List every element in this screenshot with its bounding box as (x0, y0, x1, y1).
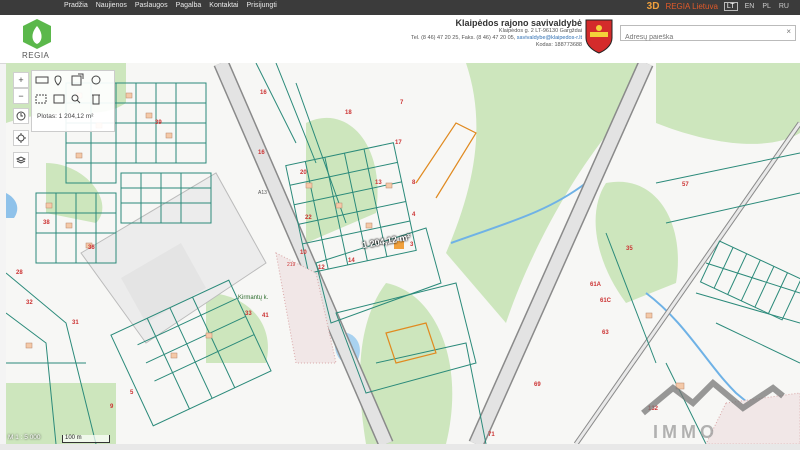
nav-link-paslaugos[interactable]: Paslaugos (135, 2, 168, 9)
parcel-label: 57 (682, 182, 689, 188)
target-icon[interactable] (91, 75, 101, 85)
parcel-label: 5 (130, 390, 134, 396)
lang-lt[interactable]: LT (723, 2, 738, 11)
history-icon[interactable] (13, 108, 29, 124)
locate-icon-svg (16, 133, 26, 143)
address-search-input[interactable] (621, 32, 779, 43)
search-clear-icon[interactable]: × (786, 27, 791, 36)
parcel-label: 18 (345, 110, 352, 116)
parcel-label: 28 (16, 270, 23, 276)
nav-link-naujienos[interactable]: Naujienos (96, 2, 127, 9)
nav-link-pradzia[interactable]: Pradžia (64, 2, 88, 9)
parcel-label: 22 (305, 215, 312, 221)
parcel-label: 39 (155, 120, 162, 126)
municipality-info: Klaipėdos rajono savivaldybė Klaipėdos g… (411, 18, 582, 49)
nav-link-pagalba[interactable]: Pagalba (176, 2, 202, 9)
parcel-label: 32 (26, 300, 33, 306)
area-readout: Plotas: 1 204,12 m² (37, 113, 94, 120)
parcel-label: 3 (410, 242, 414, 248)
parcel-label: 36 (88, 245, 95, 251)
3d-button[interactable]: 3D (647, 1, 660, 12)
parcel-label: 16 (260, 90, 267, 96)
parcel-label: 35 (626, 246, 633, 252)
regia-lietuva-link[interactable]: REGIA Lietuva (665, 2, 717, 11)
parcel-label: 16 (258, 150, 265, 156)
export-icon[interactable] (71, 73, 84, 86)
highway-label: A13 (258, 190, 267, 196)
parcel-label: 69 (534, 382, 541, 388)
parcel-label: 7 (400, 100, 404, 106)
coat-of-arms-icon (585, 19, 613, 54)
measure-tools (35, 73, 101, 105)
pond (6, 193, 18, 218)
zoom-in-button[interactable]: + (13, 72, 29, 88)
pin-icon[interactable] (54, 75, 62, 86)
nav-right: 3D REGIA Lietuva LT EN PL RU (647, 1, 790, 12)
logo-text: REGIA (22, 51, 50, 60)
municipality-code: Kodas: 188773688 (535, 42, 582, 48)
parcel-label: 10 (300, 250, 307, 256)
layers-icon-svg (16, 156, 26, 164)
parcel-label: 33 (245, 311, 252, 317)
top-navigation: Pradžia Naujienos Paslaugos Pagalba Kont… (0, 0, 800, 15)
history-icon-svg (16, 111, 26, 121)
print-icon[interactable] (53, 94, 65, 104)
municipality-contacts: Tel. (8 46) 47 20 25, Faks. (8 46) 47 20… (411, 35, 582, 42)
lang-en[interactable]: EN (744, 3, 756, 10)
municipality-email[interactable]: savivaldybe@klaipedos-r.lt (517, 35, 582, 41)
bottom-bar (0, 444, 800, 450)
parcel-label: 71 (488, 432, 495, 438)
nav-link-kontaktai[interactable]: Kontaktai (209, 2, 238, 9)
parcel-label: 61C (600, 298, 612, 304)
locate-icon[interactable] (13, 130, 29, 146)
zoom-out-button[interactable]: − (13, 88, 29, 104)
parcel-label: 8 (412, 180, 416, 186)
scale-bar: 100 m (62, 435, 110, 443)
parcel-label: 12 (318, 265, 325, 271)
parcel-label: 63 (602, 330, 609, 336)
municipality-address: Klaipėdos g. 2 LT-96130 Gargždai (498, 28, 582, 34)
parcel-label: 20 (300, 170, 307, 176)
lang-ru[interactable]: RU (778, 3, 790, 10)
parcel-label: 9 (110, 404, 114, 410)
address-search[interactable]: × (620, 25, 796, 43)
street-label-kirmantu: Kirmantų k. (238, 295, 269, 301)
svg-text:IMMO: IMMO (653, 422, 718, 442)
parcel-label: 41 (262, 313, 269, 319)
parcel-label: 13 (375, 180, 382, 186)
municipality-name: Klaipėdos rajono savivaldybė (455, 18, 582, 28)
parcel-label: 4 (412, 212, 416, 218)
delete-icon[interactable] (92, 94, 100, 105)
nav-links: Pradžia Naujienos Paslaugos Pagalba Kont… (64, 2, 277, 9)
scale-ratio: M 1 : 5 000 (8, 434, 41, 441)
parcel-label: 31 (72, 320, 79, 326)
layers-icon[interactable] (13, 152, 29, 168)
parcel-label: 61A (590, 282, 602, 288)
lang-pl[interactable]: PL (761, 3, 772, 10)
ruler-icon[interactable] (35, 76, 49, 84)
measure-toolbar (31, 70, 115, 132)
parcel-label: 38 (43, 220, 50, 226)
nav-link-prisijungti[interactable]: Prisijungti (246, 2, 276, 9)
road-sign-label: 219 (287, 262, 296, 268)
municipality-phone: Tel. (8 46) 47 20 25, Faks. (8 46) 47 20… (411, 35, 516, 41)
search-area-icon[interactable] (71, 94, 81, 104)
parcel-label: 17 (395, 140, 402, 146)
select-area-icon[interactable] (35, 94, 47, 104)
parcel-label: 14 (348, 258, 355, 264)
header: REGIA Klaipėdos rajono savivaldybė Klaip… (0, 15, 800, 64)
immo-watermark-logo: IMMO (641, 378, 785, 442)
